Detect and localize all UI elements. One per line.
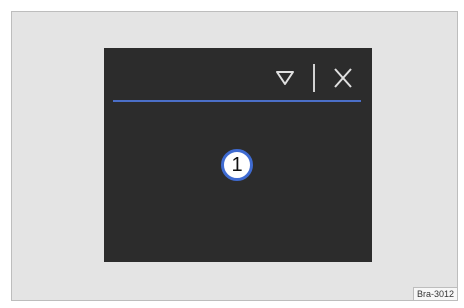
header-accent-line — [113, 100, 361, 102]
display-screen: 1 — [104, 48, 372, 262]
header-divider — [313, 64, 315, 92]
figure-frame: 1 Bra-3012 — [11, 11, 458, 301]
figure-reference-label: Bra-3012 — [412, 287, 457, 300]
triangle-down-icon[interactable] — [275, 70, 295, 86]
callout-marker: 1 — [221, 149, 253, 181]
close-icon[interactable] — [333, 67, 353, 89]
